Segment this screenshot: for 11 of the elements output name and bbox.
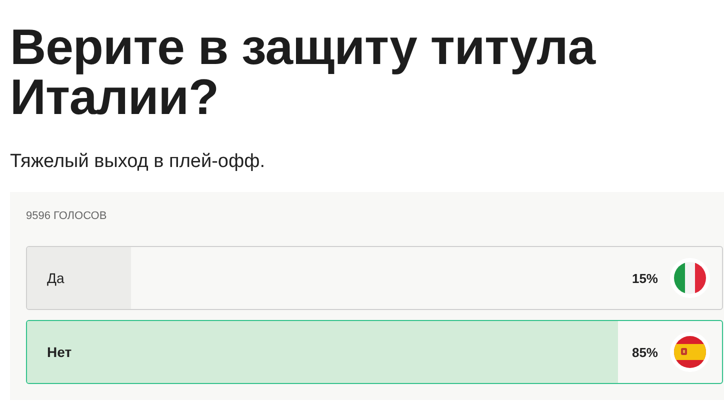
percent-label: 85% (632, 344, 658, 360)
question-title: Верите в защиту титула Италии? (10, 22, 597, 122)
percent-label: 15% (632, 270, 658, 286)
option-label: Нет (47, 344, 72, 360)
poll-option[interactable]: Да 15% (26, 246, 723, 310)
flag-icon (670, 258, 710, 298)
poll-option[interactable]: Нет 85% (26, 320, 723, 384)
option-label: Да (47, 270, 64, 286)
subtitle: Тяжелый выход в плей-офф. (10, 150, 266, 174)
vote-count: 9596 ГОЛОСОВ (26, 210, 107, 222)
flag-icon (670, 332, 710, 372)
